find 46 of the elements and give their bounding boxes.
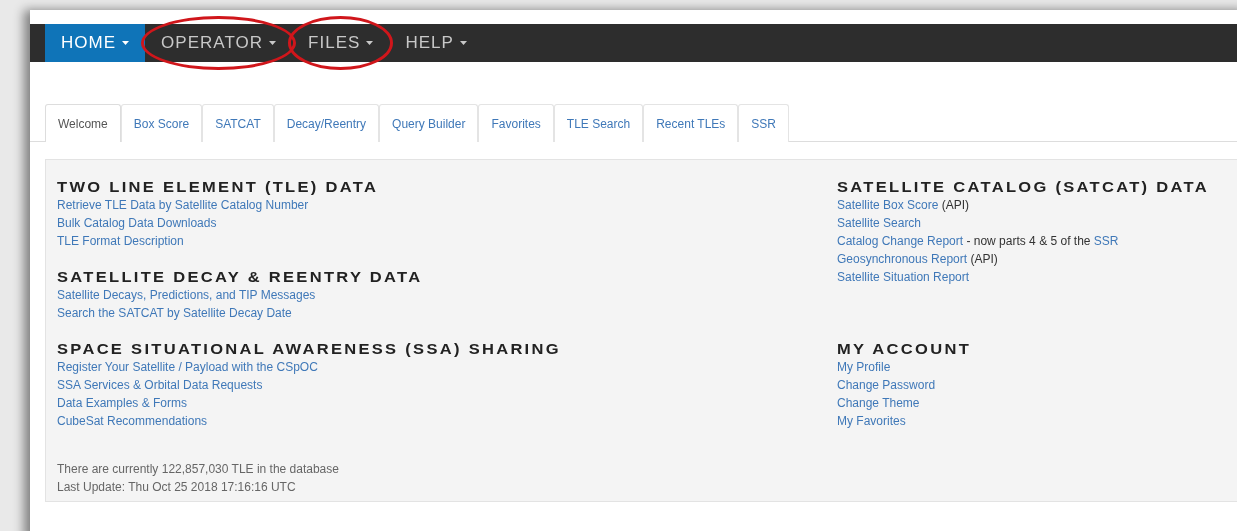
nav-menu[interactable]: HELP xyxy=(389,24,483,62)
section-heading: MY ACCOUNT xyxy=(837,340,972,358)
tab[interactable]: Box Score xyxy=(120,104,203,142)
link[interactable]: My Favorites xyxy=(837,412,906,430)
link[interactable]: Register Your Satellite / Payload with the CSpOC xyxy=(57,358,318,376)
link[interactable]: Satellite Situation Report xyxy=(837,268,970,286)
nav-menu[interactable]: FILES xyxy=(292,24,390,62)
nav-menu[interactable]: OPERATOR xyxy=(145,24,293,62)
caret-icon xyxy=(122,41,130,45)
link[interactable]: Retrieve TLE Data by Satellite Catalog Number xyxy=(57,196,309,214)
status-text: Last Update: Thu Oct 25 2018 17:16:16 UTC xyxy=(57,479,296,496)
caret-icon xyxy=(459,41,467,45)
link[interactable]: Satellite Search xyxy=(837,214,922,232)
link-line: Catalog Change Report - now parts 4 & 5 of the SSR xyxy=(837,233,1119,250)
status-text: There are currently 122,857,030 TLE in the database xyxy=(57,461,339,478)
link-line: Geosynchronous Report (API) xyxy=(837,251,998,268)
link[interactable]: Bulk Catalog Data Downloads xyxy=(57,214,217,232)
tab[interactable]: SATCAT xyxy=(202,104,274,142)
caret-icon xyxy=(269,41,277,45)
link[interactable]: Change Theme xyxy=(837,394,920,412)
link[interactable]: Data Examples & Forms xyxy=(57,394,188,412)
link[interactable]: Satellite Decays, Predictions, and TIP Messages xyxy=(57,286,316,304)
link[interactable]: Change Password xyxy=(837,376,936,394)
section-heading: SATELLITE DECAY & REENTRY DATA xyxy=(57,268,423,286)
link[interactable]: SSA Services & Orbital Data Requests xyxy=(57,376,263,394)
caret-icon xyxy=(366,41,374,45)
link[interactable]: Search the SATCAT by Satellite Decay Date xyxy=(57,304,292,322)
tab[interactable]: Welcome xyxy=(45,104,121,142)
tab[interactable]: Recent TLEs xyxy=(643,104,739,142)
link[interactable]: SSR xyxy=(1093,234,1119,248)
link[interactable]: CubeSat Recommendations xyxy=(57,412,208,430)
tab[interactable]: TLE Search xyxy=(553,104,644,142)
link[interactable]: My Profile xyxy=(837,358,891,376)
tab[interactable]: Decay/Reentry xyxy=(273,104,380,142)
tab[interactable]: SSR xyxy=(738,104,790,142)
tab[interactable]: Query Builder xyxy=(379,104,479,142)
link[interactable]: TLE Format Description xyxy=(57,232,184,250)
link[interactable]: Satellite Box Score xyxy=(837,198,939,212)
section-heading: SPACE SITUATIONAL AWARENESS (SSA) SHARING xyxy=(57,340,561,358)
tab[interactable]: Favorites xyxy=(478,104,554,142)
section-heading: SATELLITE CATALOG (SATCAT) DATA xyxy=(837,178,1209,196)
section-heading: TWO LINE ELEMENT (TLE) DATA xyxy=(57,178,379,196)
nav-menu[interactable]: HOME xyxy=(45,24,146,62)
link[interactable]: Catalog Change Report xyxy=(837,234,964,248)
link-line: Satellite Box Score (API) xyxy=(837,197,970,214)
link[interactable]: Geosynchronous Report xyxy=(837,252,968,266)
